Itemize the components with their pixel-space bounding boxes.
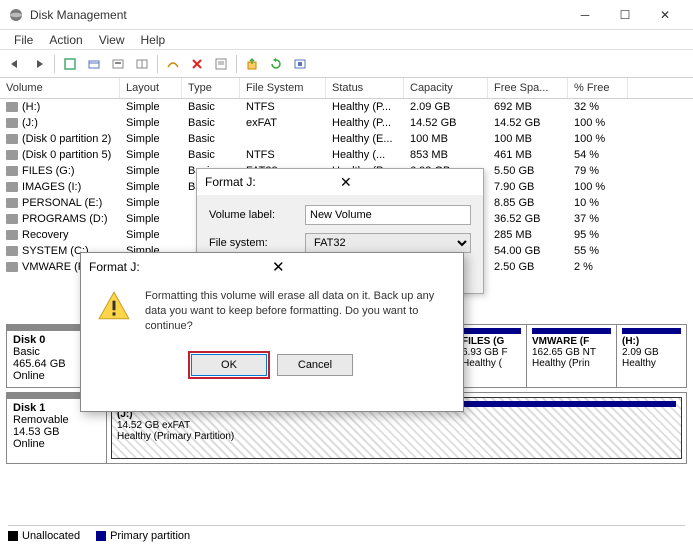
confirm-message: Formatting this volume will erase all da… <box>145 289 447 334</box>
disk0-part-h[interactable]: (H:) 2.09 GB Healthy <box>617 325 686 387</box>
confirm-dialog-title: Format J: <box>89 260 272 274</box>
volume-icon <box>6 230 18 240</box>
toolbar-btn-7[interactable] <box>289 53 311 75</box>
col-free[interactable]: Free Spa... <box>488 78 568 98</box>
toolbar-btn-3[interactable] <box>107 53 129 75</box>
confirm-dialog: Format J: ✕ Formatting this volume will … <box>80 252 464 412</box>
col-status[interactable]: Status <box>326 78 404 98</box>
app-icon <box>8 7 24 23</box>
menu-file[interactable]: File <box>6 33 41 47</box>
confirm-dialog-close-icon[interactable]: ✕ <box>272 258 455 276</box>
table-row[interactable]: (Disk 0 partition 2)SimpleBasicHealthy (… <box>0 131 693 147</box>
toolbar-btn-5[interactable] <box>162 53 184 75</box>
menu-view[interactable]: View <box>91 33 133 47</box>
toolbar-btn-6[interactable] <box>241 53 263 75</box>
col-fs[interactable]: File System <box>240 78 326 98</box>
col-volume[interactable]: Volume <box>0 78 120 98</box>
toolbar-btn-4[interactable] <box>131 53 153 75</box>
toolbar-btn-2[interactable] <box>83 53 105 75</box>
file-system-text: File system: <box>209 237 305 249</box>
legend-primary-swatch <box>96 531 106 541</box>
toolbar <box>0 50 693 78</box>
warning-icon <box>97 289 131 323</box>
format-dialog-close-icon[interactable]: ✕ <box>340 174 475 191</box>
volume-icon <box>6 150 18 160</box>
volume-icon <box>6 166 18 176</box>
menu-help[interactable]: Help <box>133 33 174 47</box>
file-system-select[interactable]: FAT32 <box>305 233 471 253</box>
col-type[interactable]: Type <box>182 78 240 98</box>
col-layout[interactable]: Layout <box>120 78 182 98</box>
minimize-button[interactable]: ─ <box>565 2 605 28</box>
volume-icon <box>6 118 18 128</box>
table-row[interactable]: (H:)SimpleBasicNTFSHealthy (P...2.09 GB6… <box>0 99 693 115</box>
col-capacity[interactable]: Capacity <box>404 78 488 98</box>
properties-icon[interactable] <box>210 53 232 75</box>
refresh-icon[interactable] <box>265 53 287 75</box>
forward-icon[interactable] <box>28 53 50 75</box>
back-icon[interactable] <box>4 53 26 75</box>
table-row[interactable]: (J:)SimpleBasicexFATHealthy (P...14.52 G… <box>0 115 693 131</box>
titlebar: Disk Management ─ ☐ ✕ <box>0 0 693 30</box>
volume-label-input[interactable] <box>305 205 471 225</box>
volume-icon <box>6 246 18 256</box>
menubar: File Action View Help <box>0 30 693 50</box>
col-pfree[interactable]: % Free <box>568 78 628 98</box>
volume-label-text: Volume label: <box>209 209 305 221</box>
maximize-button[interactable]: ☐ <box>605 2 645 28</box>
disk0-part-files[interactable]: FILES (G 6.93 GB F Healthy ( <box>457 325 527 387</box>
table-header: Volume Layout Type File System Status Ca… <box>0 78 693 99</box>
close-button[interactable]: ✕ <box>645 2 685 28</box>
disk0-part-vmware[interactable]: VMWARE (F 162.65 GB NT Healthy (Prin <box>527 325 617 387</box>
legend: Unallocated Primary partition <box>8 525 685 542</box>
delete-icon[interactable] <box>186 53 208 75</box>
window-title: Disk Management <box>30 8 565 22</box>
table-row[interactable]: (Disk 0 partition 5)SimpleBasicNTFSHealt… <box>0 147 693 163</box>
volume-icon <box>6 214 18 224</box>
volume-icon <box>6 102 18 112</box>
volume-icon <box>6 182 18 192</box>
cancel-button[interactable]: Cancel <box>277 354 353 376</box>
legend-unallocated-swatch <box>8 531 18 541</box>
ok-button[interactable]: OK <box>191 354 267 376</box>
volume-icon <box>6 134 18 144</box>
toolbar-btn-1[interactable] <box>59 53 81 75</box>
menu-action[interactable]: Action <box>41 33 90 47</box>
volume-icon <box>6 262 18 272</box>
format-dialog-title: Format J: <box>205 175 340 189</box>
volume-icon <box>6 198 18 208</box>
